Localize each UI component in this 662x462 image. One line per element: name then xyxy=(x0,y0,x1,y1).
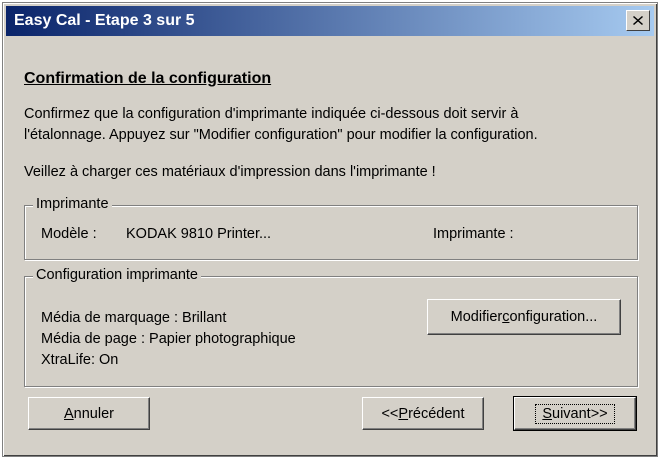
previous-button[interactable]: << Précédent xyxy=(362,397,484,430)
printer-group-label: Imprimante xyxy=(33,196,112,212)
modify-button-accel: c xyxy=(502,309,510,325)
previous-button-text-post: récédent xyxy=(408,405,465,422)
warning-text: Veillez à charger ces matériaux d'impres… xyxy=(24,164,436,180)
modify-button-text-pre: Modifier xyxy=(450,309,503,325)
page-media-text: Média de page : Papier photographique xyxy=(41,331,296,347)
window-title: Easy Cal - Etape 3 sur 5 xyxy=(14,12,195,29)
cancel-button-accel: A xyxy=(64,405,74,422)
title-bar[interactable]: Easy Cal - Etape 3 sur 5 xyxy=(6,6,654,36)
modify-button-text-post: onfiguration... xyxy=(509,309,598,325)
intro-text-line-1: Confirmez que la configuration d'imprima… xyxy=(24,106,519,122)
modify-configuration-button[interactable]: Modifier c onfiguration... xyxy=(427,299,621,335)
previous-button-accel: P xyxy=(398,405,409,422)
next-button-accel: S xyxy=(542,405,553,422)
model-value: KODAK 9810 Printer... xyxy=(126,226,272,242)
next-button[interactable]: Suivant>> xyxy=(513,396,637,431)
printer-group: Imprimante Modèle : KODAK 9810 Printer..… xyxy=(24,196,638,260)
cancel-button[interactable]: Annuler xyxy=(28,397,150,430)
previous-button-text-pre: << xyxy=(381,405,399,422)
xtralife-text: XtraLife: On xyxy=(41,352,119,368)
marking-media-text: Média de marquage : Brillant xyxy=(41,310,227,326)
section-heading: Confirmation de la configuration xyxy=(24,70,272,87)
config-group-label: Configuration imprimante xyxy=(33,267,201,283)
model-label: Modèle : xyxy=(41,226,97,242)
close-icon xyxy=(633,16,643,25)
intro-text-line-2: l'étalonnage. Appuyez sur "Modifier conf… xyxy=(24,127,538,143)
cancel-button-text: nnuler xyxy=(73,405,114,422)
next-button-focus: Suivant>> xyxy=(535,403,615,424)
close-button[interactable] xyxy=(626,10,650,31)
printer-config-group: Configuration imprimante Média de marqua… xyxy=(24,267,638,387)
printer-label: Imprimante : xyxy=(433,226,514,242)
next-button-text: uivant>> xyxy=(552,405,608,422)
